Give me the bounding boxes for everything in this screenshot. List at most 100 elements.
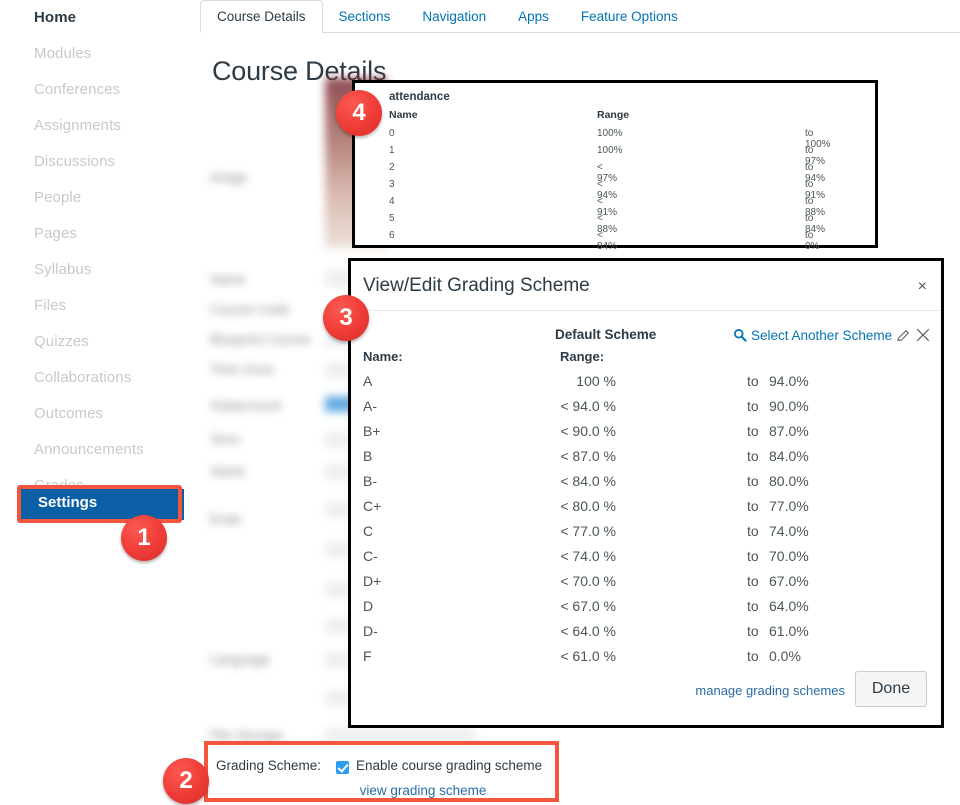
grade-to-label: to xyxy=(747,423,759,439)
grade-low: 100 % xyxy=(576,373,616,389)
select-another-scheme-link[interactable]: Select Another Scheme xyxy=(751,328,892,343)
grade-high: 74.0% xyxy=(769,523,809,539)
grade-low: < 84.0 % xyxy=(560,473,616,489)
sidebar-item-conferences[interactable]: Conferences xyxy=(0,72,200,108)
grading-scheme-row: A- < 94.0 % to 90.0% xyxy=(351,396,941,421)
sidebar-item-collaborations[interactable]: Collaborations xyxy=(0,360,200,396)
tab-label: Navigation xyxy=(422,9,487,24)
select-another-scheme-control[interactable]: Select Another Scheme xyxy=(733,327,931,343)
grading-scheme-field-highlight: Grading Scheme: Enable course grading sc… xyxy=(204,741,559,802)
sidebar-item-outcomes[interactable]: Outcomes xyxy=(0,396,200,432)
attendance-row-name: 3 xyxy=(389,179,395,190)
attendance-row-low: 100% xyxy=(597,128,623,139)
delete-scheme-icon[interactable] xyxy=(915,327,931,343)
grade-to-label: to xyxy=(747,598,759,614)
sidebar-item-syllabus[interactable]: Syllabus xyxy=(0,252,200,288)
grading-scheme-rows: A 100 % to 94.0% A- < 94.0 % to 90.0% B+… xyxy=(351,371,941,671)
sidebar-item-label: Discussions xyxy=(34,153,116,170)
sidebar-item-home[interactable]: Home xyxy=(0,0,200,36)
tab-sections[interactable]: Sections xyxy=(323,0,407,32)
grade-to-label: to xyxy=(747,448,759,464)
sidebar-item-assignments[interactable]: Assignments xyxy=(0,108,200,144)
form-label-subaccount: Subaccount xyxy=(210,398,282,413)
sidebar-item-files[interactable]: Files xyxy=(0,288,200,324)
grading-scheme-row: B+ < 90.0 % to 87.0% xyxy=(351,421,941,446)
attendance-scheme-title: attendance xyxy=(389,91,450,103)
form-label-image: Image xyxy=(210,170,248,185)
sidebar-item-people[interactable]: People xyxy=(0,180,200,216)
sidebar-item-label: Home xyxy=(34,9,77,26)
grade-high: 80.0% xyxy=(769,473,809,489)
grade-name: C- xyxy=(363,548,378,564)
sidebar-item-modules[interactable]: Modules xyxy=(0,36,200,72)
form-label-term: Term xyxy=(210,432,240,447)
sidebar-item-label: Collaborations xyxy=(34,369,132,386)
grade-to-label: to xyxy=(747,623,759,639)
sidebar-item-quizzes[interactable]: Quizzes xyxy=(0,324,200,360)
grade-low: < 87.0 % xyxy=(560,448,616,464)
view-grading-scheme-link[interactable]: view grading scheme xyxy=(356,783,490,798)
tab-label: Sections xyxy=(338,9,391,24)
grade-name: F xyxy=(363,648,372,664)
tab-apps[interactable]: Apps xyxy=(502,0,565,32)
attendance-col-header-name: Name xyxy=(389,109,418,121)
sidebar-item-label: Syllabus xyxy=(34,261,92,278)
grade-low: < 67.0 % xyxy=(560,598,616,614)
grade-high: 64.0% xyxy=(769,598,809,614)
grade-to-label: to xyxy=(747,473,759,489)
enable-course-grading-scheme-checkbox[interactable] xyxy=(336,761,349,774)
grade-high: 0.0% xyxy=(769,648,801,664)
manage-grading-schemes-link[interactable]: manage grading schemes xyxy=(695,683,845,698)
form-label-blueprint-course: Blueprint Course xyxy=(210,332,311,347)
grade-name: D- xyxy=(363,623,378,639)
grade-to-label: to xyxy=(747,523,759,539)
form-label-language: Language xyxy=(210,652,271,667)
grading-scheme-row: D < 67.0 % to 64.0% xyxy=(351,596,941,621)
sidebar-item-label: People xyxy=(34,189,82,206)
settings-tabbar: Course Details Sections Navigation Apps … xyxy=(200,0,960,33)
sidebar-item-label: Outcomes xyxy=(34,405,104,422)
course-navigation-sidebar: Home Modules Conferences Assignments Dis… xyxy=(0,0,200,805)
app-root: Home Modules Conferences Assignments Dis… xyxy=(0,0,960,805)
grading-scheme-row: B < 87.0 % to 84.0% xyxy=(351,446,941,471)
grade-high: 67.0% xyxy=(769,573,809,589)
annotation-badge-3: 3 xyxy=(323,295,369,341)
sidebar-item-pages[interactable]: Pages xyxy=(0,216,200,252)
grade-name: D xyxy=(363,598,374,614)
grade-name: D+ xyxy=(363,573,382,589)
grade-low: < 61.0 % xyxy=(560,648,616,664)
sidebar-item-discussions[interactable]: Discussions xyxy=(0,144,200,180)
grade-to-label: to xyxy=(747,573,759,589)
grade-low: < 64.0 % xyxy=(560,623,616,639)
sidebar-item-label: Quizzes xyxy=(34,333,89,350)
grade-high: 84.0% xyxy=(769,448,809,464)
grading-scheme-label: Grading Scheme: xyxy=(216,758,322,773)
tab-course-details[interactable]: Course Details xyxy=(200,0,323,33)
sidebar-item-settings[interactable]: Settings xyxy=(17,485,184,523)
form-label-starts: Starts xyxy=(210,464,246,479)
tab-label: Apps xyxy=(518,9,549,24)
grade-low: < 80.0 % xyxy=(560,498,616,514)
sidebar-item-label: Settings xyxy=(38,494,98,511)
grade-name: C+ xyxy=(363,498,382,514)
dialog-header: View/Edit Grading Scheme × xyxy=(351,261,941,311)
column-header-name: Name: xyxy=(363,349,403,364)
tab-feature-options[interactable]: Feature Options xyxy=(565,0,694,32)
tab-navigation[interactable]: Navigation xyxy=(406,0,502,32)
grade-name: B xyxy=(363,448,373,464)
grade-high: 90.0% xyxy=(769,398,809,414)
grade-to-label: to xyxy=(747,373,759,389)
close-icon[interactable]: × xyxy=(918,279,927,295)
pencil-icon[interactable] xyxy=(896,328,911,343)
enable-course-grading-scheme-label[interactable]: Enable course grading scheme xyxy=(356,758,542,773)
annotation-badge-4: 4 xyxy=(336,90,382,136)
form-label-time-zone: Time Zone xyxy=(210,362,275,377)
annotation-badge-2: 2 xyxy=(163,758,209,804)
grade-name: A xyxy=(363,373,373,389)
annotation-badge-1: 1 xyxy=(121,515,167,561)
grading-scheme-row: B- < 84.0 % to 80.0% xyxy=(351,471,941,496)
grading-scheme-row: C- < 74.0 % to 70.0% xyxy=(351,546,941,571)
done-button[interactable]: Done xyxy=(855,671,927,707)
grade-to-label: to xyxy=(747,548,759,564)
sidebar-item-announcements[interactable]: Announcements xyxy=(0,432,200,468)
